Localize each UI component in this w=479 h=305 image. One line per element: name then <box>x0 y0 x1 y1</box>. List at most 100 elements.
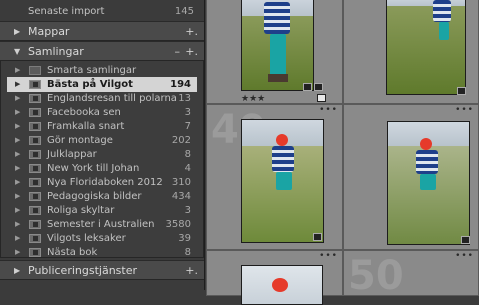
publish-services-title: Publiceringstjänster <box>28 264 138 277</box>
expand-triangle-icon[interactable]: ▶ <box>15 91 20 106</box>
expand-triangle-icon[interactable]: ▶ <box>14 22 20 42</box>
collection-label: Nästa bok <box>47 247 98 258</box>
expand-triangle-icon[interactable]: ▶ <box>15 245 20 260</box>
expand-triangle-icon[interactable]: ▶ <box>15 63 20 78</box>
grid-cell[interactable]: ••• <box>206 250 343 305</box>
collections-panel-header[interactable]: ▼ Samlingar – +. <box>0 41 204 61</box>
edit-badge-icon <box>314 83 323 91</box>
collection-count: 13 <box>178 93 191 104</box>
remove-collection-button[interactable]: – <box>175 42 181 62</box>
collection-icon <box>29 136 41 145</box>
expand-triangle-icon[interactable]: ▶ <box>15 119 20 134</box>
last-import-count: 145 <box>174 6 194 17</box>
add-collection-button[interactable]: +. <box>185 42 198 62</box>
collection-item[interactable]: ▶ Framkalla snart 7 <box>7 119 197 134</box>
photo-thumbnail[interactable] <box>387 121 470 245</box>
expand-triangle-icon[interactable]: ▶ <box>15 175 20 190</box>
collection-item[interactable]: ▶ Facebooka sen 3 <box>7 105 197 120</box>
collection-count: 39 <box>178 233 191 244</box>
expand-triangle-icon[interactable]: ▶ <box>15 217 20 232</box>
grid-cell[interactable] <box>343 0 479 104</box>
smart-collection-set-icon <box>29 66 41 75</box>
collection-item[interactable]: ▶ Smarta samlingar <box>7 63 197 78</box>
expand-triangle-icon[interactable]: ▶ <box>14 261 20 281</box>
collection-icon <box>29 248 41 257</box>
collapse-triangle-icon[interactable]: ▼ <box>14 42 20 62</box>
collection-item[interactable]: ▶ Pedagogiska bilder 434 <box>7 189 197 204</box>
collection-item[interactable]: ▶ Bästa på Vilgot 194 <box>7 77 197 92</box>
expand-triangle-icon[interactable]: ▶ <box>15 189 20 204</box>
collection-badge-icon <box>457 87 466 95</box>
collection-count: 8 <box>184 247 191 258</box>
photo-thumbnail[interactable] <box>241 265 323 305</box>
collections-title: Samlingar <box>28 45 84 58</box>
collection-item[interactable]: ▶ Gör montage 202 <box>7 133 197 148</box>
left-panel: Senaste import 145 ▶ Mappar +. ▼ Samling… <box>0 0 205 290</box>
expand-triangle-icon[interactable]: ▶ <box>15 147 20 162</box>
collection-icon <box>29 80 41 89</box>
last-import-label: Senaste import <box>28 6 105 17</box>
collection-icon <box>29 220 41 229</box>
collection-label: Pedagogiska bilder <box>47 191 142 202</box>
collection-icon <box>29 150 41 159</box>
publish-services-header[interactable]: ▶ Publiceringstjänster +. <box>0 260 204 280</box>
add-folder-button[interactable]: +. <box>185 22 198 42</box>
expand-triangle-icon[interactable]: ▶ <box>15 105 20 120</box>
grid-cell[interactable]: ••• <box>343 104 479 250</box>
expand-triangle-icon[interactable]: ▶ <box>15 231 20 246</box>
collection-icon <box>29 192 41 201</box>
photo-thumbnail[interactable] <box>241 0 314 91</box>
photo-thumbnail[interactable] <box>386 0 466 95</box>
expand-triangle-icon[interactable]: ▶ <box>15 203 20 218</box>
grid-cell[interactable]: 49 ••• <box>206 104 343 250</box>
catalog-last-import[interactable]: Senaste import 145 <box>0 4 204 19</box>
flag-icon[interactable] <box>317 94 326 102</box>
more-options-icon[interactable]: ••• <box>455 251 474 261</box>
collection-label: Vilgots leksaker <box>47 233 126 244</box>
collection-label: Framkalla snart <box>47 121 125 132</box>
expand-triangle-icon[interactable]: ▶ <box>15 161 20 176</box>
collection-icon <box>29 108 41 117</box>
collection-count: 4 <box>184 163 191 174</box>
collection-label: Semester i Australien <box>47 219 155 230</box>
collection-item[interactable]: ▶ Nya Floridaboken 2012 310 <box>7 175 197 190</box>
collection-count: 434 <box>171 191 191 202</box>
collection-count: 3580 <box>165 219 191 230</box>
more-options-icon[interactable]: ••• <box>319 251 338 261</box>
folders-title: Mappar <box>28 25 70 38</box>
collection-item[interactable]: ▶ Vilgots leksaker 39 <box>7 231 197 246</box>
collection-badge-icon <box>313 233 322 241</box>
collection-count: 310 <box>171 177 191 188</box>
more-options-icon[interactable]: ••• <box>319 105 338 115</box>
expand-triangle-icon[interactable]: ▶ <box>15 77 20 92</box>
collection-item[interactable]: ▶ Roliga skyltar 3 <box>7 203 197 218</box>
collection-item[interactable]: ▶ Julklappar 8 <box>7 147 197 162</box>
collection-count: 3 <box>184 205 191 216</box>
collection-label: Julklappar <box>47 149 97 160</box>
collection-count: 8 <box>184 149 191 160</box>
collection-item[interactable]: ▶ Semester i Australien 3580 <box>7 217 197 232</box>
collection-item[interactable]: ▶ Englandsresan till polarna 13 <box>7 91 197 106</box>
collection-label: Bästa på Vilgot <box>47 79 133 90</box>
cell-number: 50 <box>348 253 404 299</box>
collection-icon <box>29 234 41 243</box>
collections-list: ▶ Smarta samlingar ▶ Bästa på Vilgot 194 ▶ Eng… <box>0 60 204 258</box>
collection-label: Facebooka sen <box>47 107 121 118</box>
photo-thumbnail[interactable] <box>241 119 324 243</box>
rating-stars[interactable]: ★★★ <box>241 94 265 104</box>
collection-item[interactable]: ▶ New York till Johan 4 <box>7 161 197 176</box>
grid-cell[interactable]: 50 ••• <box>343 250 479 299</box>
expand-triangle-icon[interactable]: ▶ <box>15 133 20 148</box>
grid-cell[interactable]: ★★★ <box>206 0 343 104</box>
collection-count: 3 <box>184 107 191 118</box>
collection-badge-icon <box>303 83 312 91</box>
collection-label: Smarta samlingar <box>47 65 137 76</box>
collection-label: Englandsresan till polarna <box>47 93 177 104</box>
folders-panel-header[interactable]: ▶ Mappar +. <box>0 21 204 41</box>
more-options-icon[interactable]: ••• <box>455 105 474 115</box>
collection-icon <box>29 164 41 173</box>
add-publish-service-button[interactable]: +. <box>185 261 198 281</box>
collection-label: Gör montage <box>47 135 113 146</box>
collection-icon <box>29 122 41 131</box>
collection-item[interactable]: ▶ Nästa bok 8 <box>7 245 197 260</box>
